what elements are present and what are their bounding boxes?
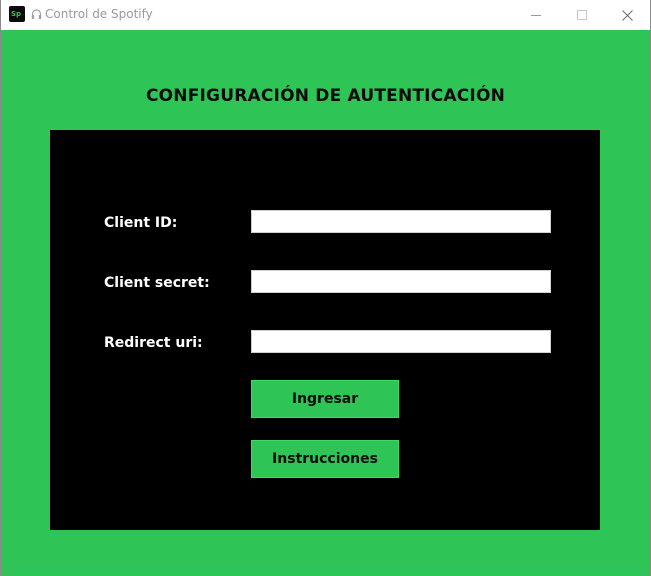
minimize-icon bbox=[531, 15, 541, 16]
page-title: CONFIGURACIÓN DE AUTENTICACIÓN bbox=[145, 86, 506, 106]
window-title: Control de Spotify bbox=[45, 7, 153, 21]
maximize-icon bbox=[577, 10, 587, 20]
minimize-button[interactable] bbox=[513, 0, 559, 30]
auth-form-panel: Client ID: Client secret: Redirect uri: … bbox=[50, 130, 600, 530]
close-icon bbox=[621, 9, 633, 21]
content-area: CONFIGURACIÓN DE AUTENTICACIÓN Client ID… bbox=[1, 30, 650, 575]
client-secret-label: Client secret: bbox=[104, 275, 210, 291]
maximize-button[interactable] bbox=[559, 0, 605, 30]
instructions-button[interactable]: Instrucciones bbox=[251, 440, 399, 478]
app-window: Sp Control de Spotify CONFIGURACIÓN DE A bbox=[0, 0, 651, 576]
close-button[interactable] bbox=[604, 0, 650, 30]
client-id-input[interactable] bbox=[251, 210, 551, 233]
title-bar[interactable]: Sp Control de Spotify bbox=[1, 0, 650, 30]
client-secret-input[interactable] bbox=[251, 270, 551, 293]
spotify-app-icon: Sp bbox=[9, 6, 25, 22]
headphones-icon bbox=[31, 9, 42, 19]
login-button[interactable]: Ingresar bbox=[251, 380, 399, 418]
app-icon-glyph: Sp bbox=[11, 10, 22, 18]
redirect-uri-label: Redirect uri: bbox=[104, 335, 203, 351]
redirect-uri-input[interactable] bbox=[251, 330, 551, 353]
client-id-label: Client ID: bbox=[104, 215, 178, 231]
